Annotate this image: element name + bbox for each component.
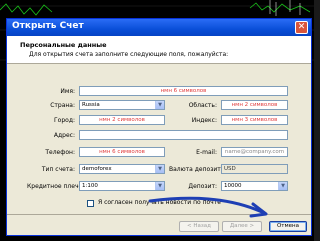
city-field[interactable]: нмн 2 символов xyxy=(79,115,165,125)
next-button[interactable]: Далее > xyxy=(222,221,262,232)
divider xyxy=(7,214,311,215)
leverage-value: 1:100 xyxy=(82,183,98,189)
chevron-down-icon[interactable]: ▼ xyxy=(278,182,287,190)
zip-field[interactable]: нмн 3 символов xyxy=(221,115,288,125)
country-select-value: Russia xyxy=(82,102,100,108)
close-icon[interactable]: ✕ xyxy=(295,21,308,34)
title-bar[interactable]: Открыть Счет ✕ xyxy=(7,19,311,36)
newsletter-label: Я согласен получать новости по почте xyxy=(98,199,221,206)
name-label: Имя: xyxy=(60,88,75,95)
back-button[interactable]: < Назад xyxy=(179,221,219,232)
name-field[interactable]: нмн 6 символов xyxy=(79,86,288,96)
email-label: E-mail: xyxy=(196,149,217,156)
region-field[interactable]: нмн 2 символов xyxy=(221,100,288,110)
open-account-dialog: Открыть Счет ✕ Персональные данные Для о… xyxy=(6,18,312,236)
account-type-select[interactable]: demoforex ▼ xyxy=(79,164,165,174)
deposit-value: 10000 xyxy=(224,183,242,189)
cancel-button[interactable]: Отмена xyxy=(269,221,307,232)
address-label: Адрес: xyxy=(53,132,75,139)
phone-label: Телефон: xyxy=(45,149,75,156)
header-subtitle: Для открытия счета заполните следующие п… xyxy=(29,51,229,58)
account-type-label: Тип счета: xyxy=(41,166,75,173)
header-panel: Персональные данные Для открытия счета з… xyxy=(7,36,311,64)
zip-label: Индекс: xyxy=(191,117,217,124)
country-select[interactable]: Russia ▼ xyxy=(79,100,165,110)
currency-label: Валюта депозита: xyxy=(169,166,227,173)
deposit-label: Депозит: xyxy=(188,183,217,190)
chevron-down-icon[interactable]: ▼ xyxy=(155,101,164,109)
chevron-down-icon[interactable]: ▼ xyxy=(155,165,164,173)
address-field[interactable] xyxy=(79,130,288,140)
email-field[interactable]: name@company.com xyxy=(221,147,288,157)
region-label: Область: xyxy=(188,102,217,109)
currency-field: USD xyxy=(221,164,288,174)
leverage-label: Кредитное плечо: xyxy=(27,183,85,190)
city-label: Город: xyxy=(54,117,75,124)
chevron-down-icon[interactable]: ▼ xyxy=(155,182,164,190)
deposit-select[interactable]: 10000 ▼ xyxy=(221,181,288,191)
account-type-value: demoforex xyxy=(82,166,112,172)
leverage-select[interactable]: 1:100 ▼ xyxy=(79,181,165,191)
newsletter-checkbox[interactable] xyxy=(87,200,94,207)
dialog-title: Открыть Счет xyxy=(12,21,84,31)
phone-field[interactable]: нмн 6 символов xyxy=(79,147,165,157)
country-label: Страна: xyxy=(50,102,75,109)
header-title: Персональные данные xyxy=(20,41,107,49)
